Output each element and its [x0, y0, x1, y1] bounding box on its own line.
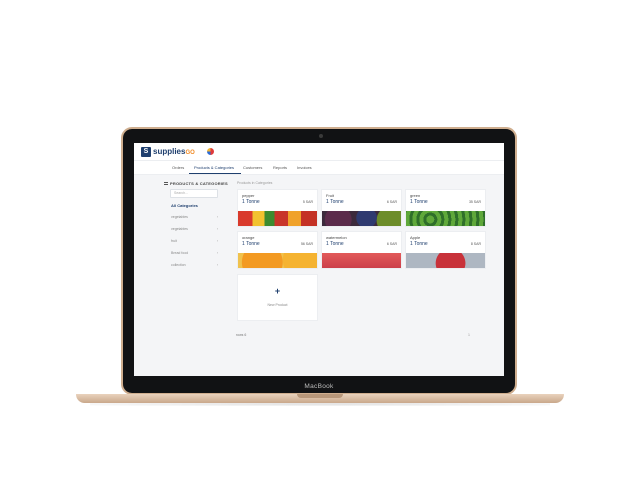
product-qty: 1 Tonne — [242, 241, 260, 247]
sidebar-item-collection[interactable]: collection › — [171, 263, 218, 267]
sidebar-item-label: collection — [171, 263, 186, 267]
app-screen: S suppliesGO Orders Products & Categorie… — [134, 143, 504, 376]
chevron-right-icon: › — [216, 227, 218, 231]
product-qty: 1 Tonne — [326, 199, 344, 205]
nav-customers[interactable]: Customers — [243, 165, 262, 170]
product-price: 6 SAR — [386, 242, 397, 246]
app-name: supplies — [153, 147, 186, 156]
product-qty: 1 Tonne — [410, 199, 428, 205]
product-name: Fruit — [326, 193, 334, 198]
pagination-page[interactable]: 1 — [468, 333, 470, 337]
product-qty: 1 Tonne — [242, 199, 260, 205]
new-product-button[interactable]: + New Product — [237, 274, 318, 321]
nav-orders[interactable]: Orders — [172, 165, 184, 170]
product-price: 5 SAR — [302, 200, 313, 204]
main-nav: Orders Products & Categories Customers R… — [134, 161, 504, 175]
chevron-right-icon: › — [216, 239, 218, 243]
product-card-apple[interactable]: Apple 1 Tonne 8 SAR — [405, 231, 486, 269]
sidebar-item-all-categories[interactable]: All Categories — [171, 203, 198, 208]
app-header: S suppliesGO — [134, 143, 504, 161]
sidebar-item-fruit[interactable]: fruit › — [171, 239, 218, 243]
product-card-orange[interactable]: orange 1 Tonne 56 SAR — [237, 231, 318, 269]
sidebar-item-label: vegetables — [171, 215, 188, 219]
nav-active-indicator — [189, 173, 241, 174]
camera-icon — [319, 134, 323, 138]
product-card-green[interactable]: green 1 Tonne 35 SAR — [405, 189, 486, 227]
nav-reports[interactable]: Reports — [273, 165, 287, 170]
nav-products-categories[interactable]: Products & Categories — [194, 165, 234, 170]
sidebar-item-bread-food[interactable]: Bread food › — [171, 251, 218, 255]
user-avatar[interactable] — [207, 148, 214, 155]
sidebar-item-label: fruit — [171, 239, 177, 243]
sidebar-title: PRODUCTS & CATEGORIES — [164, 181, 228, 186]
list-icon — [164, 182, 168, 185]
product-name: orange — [242, 235, 255, 240]
product-card-watermelon[interactable]: watermelon 1 Tonne 6 SAR — [321, 231, 402, 269]
chevron-right-icon: › — [216, 263, 218, 267]
product-price: 35 SAR — [468, 200, 481, 204]
product-image — [322, 253, 401, 268]
laptop-base — [76, 394, 564, 403]
product-name: Apple — [410, 235, 421, 240]
app-name-suffix: GO — [185, 150, 195, 156]
category-search-input[interactable]: Search... — [170, 189, 218, 198]
section-label: Products in Categories — [237, 181, 273, 185]
sidebar-item-vegetables-2[interactable]: vegetables › — [171, 227, 218, 231]
nav-invoices[interactable]: Invoices — [297, 165, 312, 170]
product-image — [238, 253, 317, 268]
product-name: watermelon — [326, 235, 347, 240]
plus-icon: + — [274, 286, 281, 296]
product-image — [406, 211, 485, 226]
product-image — [406, 253, 485, 268]
logo-icon[interactable]: S — [141, 147, 151, 157]
device-brand-label: MacBook — [304, 383, 334, 390]
product-card-fruit[interactable]: Fruit 1 Tonne 6 SAR — [321, 189, 402, 227]
product-price: 8 SAR — [470, 242, 481, 246]
app-logo[interactable]: suppliesGO — [153, 147, 195, 158]
product-qty: 1 Tonne — [326, 241, 344, 247]
product-card-pepper[interactable]: pepper 1 Tonne 5 SAR — [237, 189, 318, 227]
laptop-lid: S suppliesGO Orders Products & Categorie… — [121, 127, 517, 395]
sidebar-title-text: PRODUCTS & CATEGORIES — [170, 181, 228, 186]
laptop-notch — [297, 394, 343, 398]
product-price: 56 SAR — [300, 242, 313, 246]
product-image — [238, 211, 317, 226]
product-price: 6 SAR — [386, 200, 397, 204]
laptop-mockup: S suppliesGO Orders Products & Categorie… — [0, 0, 640, 480]
new-product-label: New Product — [267, 303, 288, 307]
sidebar-item-vegetables[interactable]: vegetables › — [171, 215, 218, 219]
product-qty: 1 Tonne — [410, 241, 428, 247]
rows-per-page-select[interactable]: rows 6 — [236, 333, 246, 337]
product-image — [322, 211, 401, 226]
sidebar-item-label: vegetables — [171, 227, 188, 231]
product-name: pepper — [242, 193, 255, 198]
chevron-right-icon: › — [216, 215, 218, 219]
chevron-right-icon: › — [216, 251, 218, 255]
product-name: green — [410, 193, 421, 198]
sidebar-item-label: Bread food — [171, 251, 189, 255]
